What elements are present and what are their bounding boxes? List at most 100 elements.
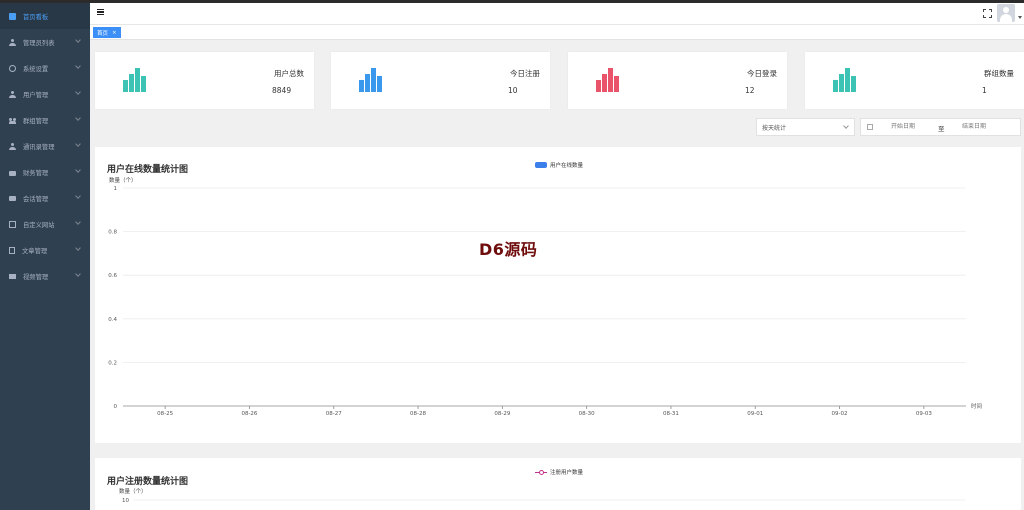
chevron-down-icon [75,141,81,147]
user-icon [9,90,16,98]
video-icon [9,274,16,279]
x-axis-label: 时间 [971,402,982,410]
sidebar-item-label: 自定义网站 [23,221,55,229]
stat-value: 12 [745,86,755,95]
top-header [90,3,1024,25]
stat-label: 用户总数 [274,69,304,78]
gear-icon [9,64,16,72]
chevron-down-icon [843,123,849,129]
y-tick-label: 0 [114,404,118,410]
dashboard-icon [9,12,16,20]
sidebar-item-label: 文章管理 [22,247,48,255]
stat-value: 1 [982,86,987,95]
sidebar-item[interactable]: 会话管理 [0,185,90,211]
chevron-down-icon [75,271,81,277]
online-users-chart: 0 0.2 0.4 0.6 0.8 1 08-25 08-26 08-27 08-28 08-29 0… [108,186,982,417]
sidebar-item-label: 系统设置 [23,65,49,73]
x-tick-label: 09-03 [916,411,932,417]
sidebar-item-label: 会话管理 [23,195,49,203]
sidebar-item[interactable]: 通讯录管理 [0,133,90,159]
y-tick-label: 0.6 [108,273,117,279]
bar-chart-icon [833,68,857,92]
x-tick-label: 08-25 [157,411,173,417]
website-icon [9,220,16,228]
stat-period-select[interactable]: 按天统计 [756,118,855,136]
sidebar-item[interactable]: 首页看板 [0,3,90,29]
sidebar-item-label: 视频管理 [23,273,49,281]
x-tick-label: 08-29 [494,411,510,417]
user-menu-caret-icon[interactable] [1018,16,1022,19]
group-icon [9,117,16,124]
sidebar-item[interactable]: 系统设置 [0,55,90,81]
chevron-down-icon [75,167,81,173]
x-tick-label: 08-26 [241,411,257,417]
sidebar-item-label: 用户管理 [23,91,49,99]
select-value: 按天统计 [762,124,787,132]
sidebar-item[interactable]: 视频管理 [0,263,90,289]
stat-card: 群组数量 1 [805,52,1024,109]
document-icon [9,246,15,254]
sidebar-item[interactable]: 群组管理 [0,107,90,133]
chevron-down-icon [75,63,81,69]
stat-label: 群组数量 [984,69,1014,78]
tab-close-icon[interactable]: × [112,30,117,36]
registered-users-chart-panel: 用户注册数量统计图 注册用户数量 数量（个） 10 [95,458,1021,510]
stat-value: 8849 [272,86,292,95]
y-tick-label: 0.4 [108,317,117,323]
sidebar-item[interactable]: 用户管理 [0,81,90,107]
stat-label: 今日注册 [510,69,540,78]
sidebar-item[interactable]: 文章管理 [0,237,90,263]
tab-home[interactable]: 首页 × [93,27,121,38]
menu-toggle-icon[interactable] [97,9,104,16]
chevron-down-icon [75,245,81,251]
y-tick-label: 1 [114,186,118,192]
start-date-input[interactable] [891,123,931,130]
chat-icon [9,195,16,201]
bar-chart-icon [359,68,383,92]
chevron-down-icon [75,37,81,43]
online-users-chart-panel: 用户在线数量统计图 用户在线数量 数量（个） 0 0.2 0.4 0.6 0.8 1 08-… [95,147,1021,443]
stat-card: 今日注册 10 [331,52,550,109]
stat-value: 10 [508,86,518,95]
sidebar-item-label: 群组管理 [23,117,49,125]
chevron-down-icon [75,193,81,199]
stat-card: 用户总数 8849 [95,52,314,109]
bar-chart-icon [123,68,147,92]
sidebar: 首页看板管理员列表系统设置用户管理群组管理通讯录管理财务管理会话管理自定义网站文… [0,3,90,510]
avatar[interactable] [997,4,1015,22]
sidebar-item[interactable]: 自定义网站 [0,211,90,237]
y-tick-label: 0.2 [108,360,117,366]
watermark-text: D6源码 [479,240,538,259]
y-tick-label: 0.8 [108,230,117,236]
fullscreen-icon[interactable] [983,9,992,18]
bar-chart-icon [596,68,620,92]
x-tick-label: 08-27 [326,411,342,417]
chevron-down-icon [75,219,81,225]
stat-card: 今日登录 12 [568,52,787,109]
user-icon [9,38,16,46]
x-tick-label: 09-01 [747,411,763,417]
sidebar-item-label: 财务管理 [23,169,49,177]
chevron-down-icon [75,115,81,121]
sidebar-item-label: 首页看板 [23,13,49,21]
user-icon [9,142,16,150]
sidebar-item-label: 管理员列表 [23,39,55,47]
sidebar-item[interactable]: 管理员列表 [0,29,90,55]
x-tick-label: 08-28 [410,411,426,417]
sidebar-item[interactable]: 财务管理 [0,159,90,185]
date-range-picker[interactable]: 至 [860,118,1021,136]
x-tick-label: 08-30 [579,411,595,417]
sidebar-item-label: 通讯录管理 [23,143,55,151]
x-tick-label: 09-02 [832,411,848,417]
stat-label: 今日登录 [747,69,777,78]
tab-bar: 首页 × [90,25,1024,40]
chevron-down-icon [75,89,81,95]
y-tick-label: 10 [122,498,129,504]
end-date-input[interactable] [962,123,1002,130]
calendar-icon [867,124,873,130]
date-range-separator: 至 [938,125,945,133]
money-icon [9,170,16,176]
registered-users-chart: 10 [122,498,966,504]
tab-label: 首页 [97,30,109,37]
x-tick-label: 08-31 [663,411,679,417]
